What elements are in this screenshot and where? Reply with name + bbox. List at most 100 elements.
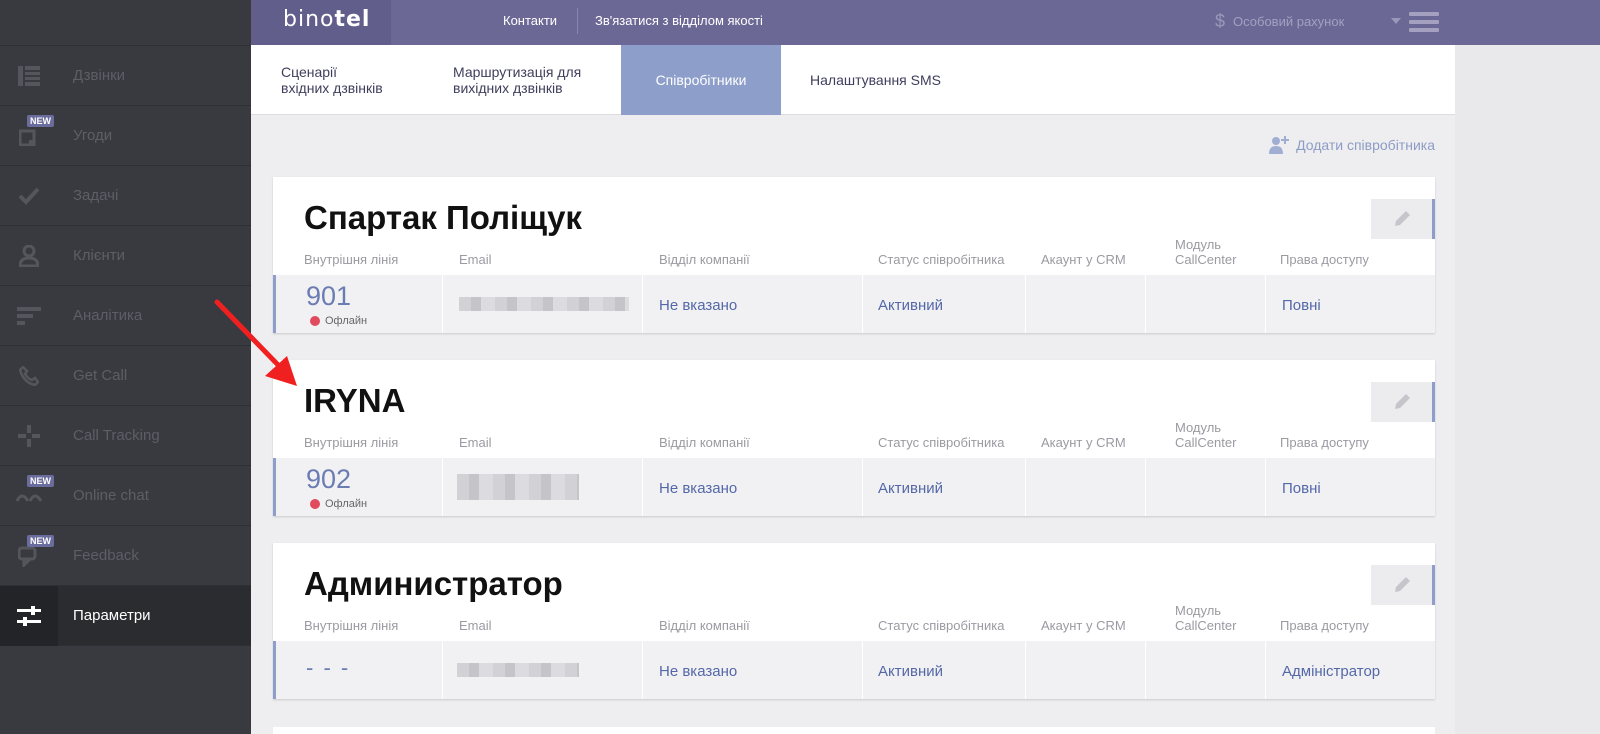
person-icon: [0, 226, 58, 286]
col-header-email: Email: [459, 618, 492, 633]
status-value[interactable]: Активний: [878, 663, 943, 680]
email-cell: [443, 458, 643, 516]
access-value[interactable]: Повні: [1282, 480, 1321, 497]
access-cell: Адміністратор: [1266, 641, 1435, 699]
col-header-ext: Внутрішня лінія: [304, 435, 399, 450]
sidebar-item-label: Online chat: [73, 487, 149, 504]
analytics-icon: [0, 286, 58, 346]
dept-value[interactable]: Не вказано: [659, 297, 737, 314]
logo-text-bold: tel: [334, 7, 371, 32]
new-badge: NEW: [27, 115, 54, 127]
tab-label: Маршрутизація для: [453, 64, 582, 80]
edit-employee-button[interactable]: [1371, 199, 1435, 239]
email-redacted: [459, 297, 629, 311]
sidebar-item-clients[interactable]: Клієнти: [0, 226, 251, 286]
employee-row: 902 Офлайн Не вказано Активний Повні: [273, 458, 1435, 516]
tab-label: вхідних дзвінків: [281, 80, 383, 96]
quality-dept-link[interactable]: Зв'язатися з відділом якості: [595, 13, 763, 28]
add-employee-button[interactable]: Додати співробітника: [1268, 135, 1435, 155]
col-header-crm: Акаунт у CRM: [1041, 618, 1126, 633]
employee-card-partial: [273, 727, 1435, 734]
sidebar-item-label: Клієнти: [73, 247, 126, 264]
extension-number[interactable]: - - -: [306, 655, 350, 681]
sidebar-item-label: Угоди: [73, 127, 113, 144]
col-header-callcenter-line1: Модуль: [1175, 420, 1222, 435]
access-cell: Повні: [1266, 275, 1435, 333]
contacts-link[interactable]: Контакти: [503, 13, 557, 28]
extension-number[interactable]: 902: [306, 464, 351, 495]
col-header-status: Статус співробітника: [878, 252, 1005, 267]
col-header-crm: Акаунт у CRM: [1041, 252, 1126, 267]
col-header-ext: Внутрішня лінія: [304, 252, 399, 267]
extension-number[interactable]: 901: [306, 281, 351, 312]
edit-employee-button[interactable]: [1371, 565, 1435, 605]
sidebar-item-label: Feedback: [73, 547, 139, 564]
col-header-dept: Відділ компанії: [659, 435, 750, 450]
employee-row: - - - Не вказано Активний Адміністратор: [273, 641, 1435, 699]
sidebar-item-settings[interactable]: Параметри: [0, 586, 251, 646]
access-value[interactable]: Повні: [1282, 297, 1321, 314]
personal-account-link[interactable]: $ Особовий рахунок: [1215, 11, 1344, 32]
sidebar-item-tasks[interactable]: Задачі: [0, 166, 251, 226]
sidebar-item-label: Call Tracking: [73, 427, 160, 444]
offline-dot-icon: [310, 316, 320, 326]
tab-outgoing-routing[interactable]: Маршрутизація для вихідних дзвінків: [453, 45, 633, 115]
col-header-callcenter-line2: CallCenter: [1175, 435, 1237, 450]
sidebar-item-label: Аналітика: [73, 307, 143, 324]
col-header-callcenter: Модуль CallCenter: [1175, 603, 1236, 633]
hamburger-menu-icon[interactable]: [1409, 12, 1439, 33]
tab-label: Сценарії: [281, 64, 338, 80]
top-divider: [577, 8, 578, 34]
dept-cell: Не вказано: [643, 458, 863, 516]
col-header-ext: Внутрішня лінія: [304, 618, 399, 633]
status-value[interactable]: Активний: [878, 480, 943, 497]
access-cell: Повні: [1266, 458, 1435, 516]
dept-cell: Не вказано: [643, 641, 863, 699]
email-cell: [443, 641, 643, 699]
sidebar-item-label: Дзвінки: [73, 67, 126, 84]
tab-incoming-scenarios[interactable]: Сценарії вхідних дзвінків: [281, 45, 431, 115]
callcenter-cell: [1146, 458, 1266, 516]
callcenter-cell: [1146, 275, 1266, 333]
sidebar-item-deals[interactable]: NEW Угоди: [0, 106, 251, 166]
pencil-icon: [1394, 211, 1410, 226]
tab-label: Співробітники: [655, 72, 747, 88]
col-header-callcenter-line2: CallCenter: [1175, 618, 1237, 633]
tab-employees[interactable]: Співробітники: [621, 45, 781, 115]
tab-sms-settings[interactable]: Налаштування SMS: [810, 45, 970, 115]
new-badge: NEW: [27, 475, 54, 487]
tab-label: вихідних дзвінків: [453, 80, 563, 96]
sidebar-header: [0, 0, 251, 46]
chevron-down-icon[interactable]: [1391, 18, 1401, 24]
presence-label: Офлайн: [325, 498, 368, 510]
col-header-callcenter: Модуль CallCenter: [1175, 237, 1236, 267]
sidebar-item-calls[interactable]: Дзвінки: [0, 46, 251, 106]
sidebar-item-calltracking[interactable]: Call Tracking: [0, 406, 251, 466]
col-header-callcenter-line1: Модуль: [1175, 603, 1222, 618]
status-value[interactable]: Активний: [878, 297, 943, 314]
settings-tabs: Сценарії вхідних дзвінків Маршрутизація д…: [251, 45, 1455, 115]
employee-card: Спартак Поліщук Внутрішня лінія Email Ві…: [273, 177, 1435, 333]
employee-card: IRYNA Внутрішня лінія Email Відділ компа…: [273, 360, 1435, 516]
sidebar-item-label: Get Call: [73, 367, 128, 384]
dept-value[interactable]: Не вказано: [659, 480, 737, 497]
sidebar-item-feedback[interactable]: NEW Feedback: [0, 526, 251, 586]
annotation-arrow-icon: [214, 299, 297, 386]
col-header-crm: Акаунт у CRM: [1041, 435, 1126, 450]
check-icon: [0, 166, 58, 226]
ext-cell: 902 Офлайн: [276, 458, 443, 516]
employee-name: IRYNA: [304, 382, 406, 419]
presence-label: Офлайн: [325, 315, 368, 327]
sidebar-item-onlinechat[interactable]: NEW Online chat: [0, 466, 251, 526]
col-header-callcenter: Модуль CallCenter: [1175, 420, 1236, 450]
crm-cell: [1026, 275, 1146, 333]
dept-value[interactable]: Не вказано: [659, 663, 737, 680]
edit-employee-button[interactable]: [1371, 382, 1435, 422]
logo-text-light: bino: [283, 7, 335, 32]
binotel-logo[interactable]: binotel: [283, 7, 370, 32]
phone-icon: [0, 346, 58, 406]
sliders-icon: [0, 586, 58, 646]
dollar-icon: $: [1215, 11, 1226, 31]
callcenter-cell: [1146, 641, 1266, 699]
access-value[interactable]: Адміністратор: [1282, 663, 1380, 680]
